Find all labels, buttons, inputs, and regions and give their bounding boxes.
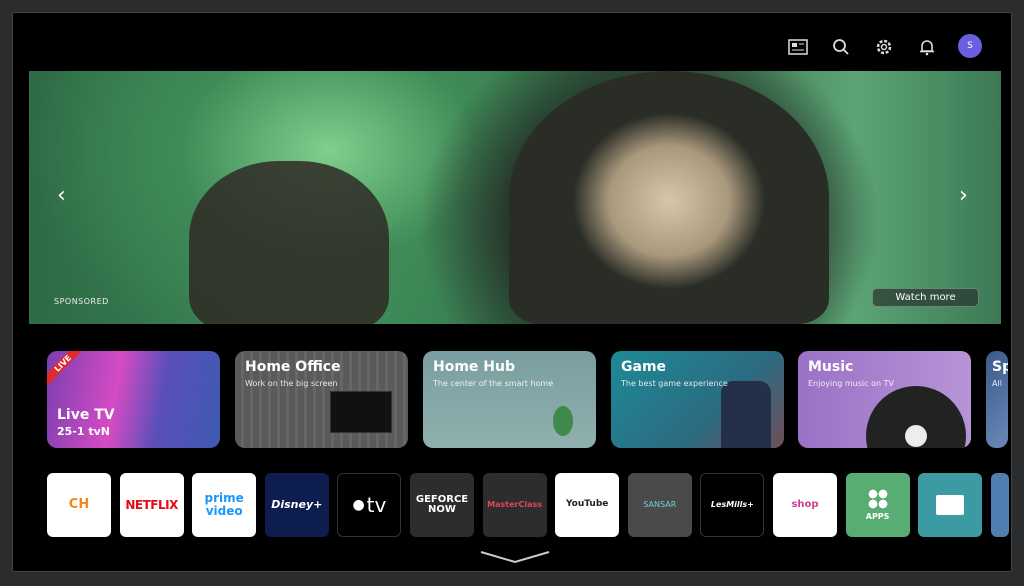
app-label: MasterClass	[487, 499, 543, 509]
screen-share-app[interactable]	[918, 473, 983, 537]
partial-app[interactable]	[990, 473, 1009, 537]
ch-app[interactable]: CH	[47, 473, 111, 537]
disney-plus-app[interactable]: Disney+	[264, 473, 329, 537]
card-live-tv[interactable]: LIVE Live TV 25-1 tvN	[47, 351, 220, 448]
app-label: CH	[68, 497, 90, 513]
app-label: Disney+	[271, 498, 323, 512]
card-title: Home Office	[245, 359, 341, 375]
chevron-right-icon[interactable]: ›	[959, 183, 968, 208]
card-sports[interactable]: Sp All	[986, 351, 1008, 448]
screen-share-icon	[936, 495, 965, 515]
card-home-office[interactable]: Home Office Work on the big screen	[235, 351, 408, 448]
masterclass-app[interactable]: MasterClass	[482, 473, 547, 537]
notifications-icon[interactable]	[915, 35, 939, 59]
apps-grid-icon	[867, 488, 888, 509]
chevron-left-icon[interactable]: ‹	[57, 183, 66, 208]
app-label: NETFLIX	[125, 497, 178, 512]
geforce-now-app[interactable]: GEFORCE NOW	[410, 473, 474, 537]
hero-banner[interactable]: ‹ › SPONSORED Watch more	[29, 71, 1001, 324]
app-label: GEFORCE NOW	[415, 493, 469, 515]
card-subtitle: All	[992, 379, 1002, 388]
card-game[interactable]: Game The best game experience	[611, 351, 784, 448]
card-title: Music	[808, 359, 854, 375]
chevron-down-icon[interactable]	[479, 549, 551, 565]
card-channel: 25-1 tvN	[57, 425, 110, 438]
lesmills-app[interactable]: LesMills+	[700, 473, 765, 537]
apps-launcher[interactable]: APPS	[845, 473, 910, 537]
card-subtitle: Enjoying music on TV	[808, 379, 894, 388]
card-title: Home Hub	[433, 359, 515, 375]
card-home-hub[interactable]: Home Hub The center of the smart home	[423, 351, 596, 448]
guide-icon[interactable]	[786, 35, 810, 59]
live-badge: LIVE	[47, 351, 88, 388]
card-title: Sp	[992, 359, 1008, 375]
apple-tv-app[interactable]: ● tv	[337, 473, 402, 537]
shop-time-app[interactable]: shop	[773, 473, 837, 537]
sponsored-label: SPONSORED	[54, 297, 109, 306]
apple-logo-icon: ●	[352, 496, 365, 513]
netflix-app[interactable]: NETFLIX	[119, 473, 184, 537]
sansar-app[interactable]: SANSAR	[627, 473, 692, 537]
tv-screen: S ‹ › SPONSORED Watch more LIVE Live TV …	[12, 12, 1012, 572]
card-subtitle: Work on the big screen	[245, 379, 338, 388]
search-icon[interactable]	[829, 35, 853, 59]
card-subtitle: The center of the smart home	[433, 379, 554, 388]
prime-video-app[interactable]: prime video	[192, 473, 257, 537]
card-title: Game	[621, 359, 667, 375]
card-subtitle: The best game experience	[621, 379, 728, 388]
app-label: SANSAR	[643, 499, 677, 509]
hero-image-person	[509, 71, 829, 324]
card-music[interactable]: Music Enjoying music on TV	[798, 351, 971, 448]
settings-icon[interactable]	[872, 35, 896, 59]
app-label: tv	[366, 492, 387, 517]
app-label: prime video	[204, 491, 244, 518]
app-label: APPS	[865, 511, 890, 521]
app-label: LesMills+	[710, 499, 754, 509]
hero-image-hand	[189, 161, 389, 324]
app-label: YouTube	[565, 499, 609, 510]
watch-more-button[interactable]: Watch more	[872, 288, 979, 307]
youtube-app[interactable]: YouTube	[555, 473, 620, 537]
app-label: shop	[791, 498, 819, 510]
card-title: Live TV	[57, 407, 115, 423]
profile-avatar[interactable]: S	[958, 34, 982, 58]
